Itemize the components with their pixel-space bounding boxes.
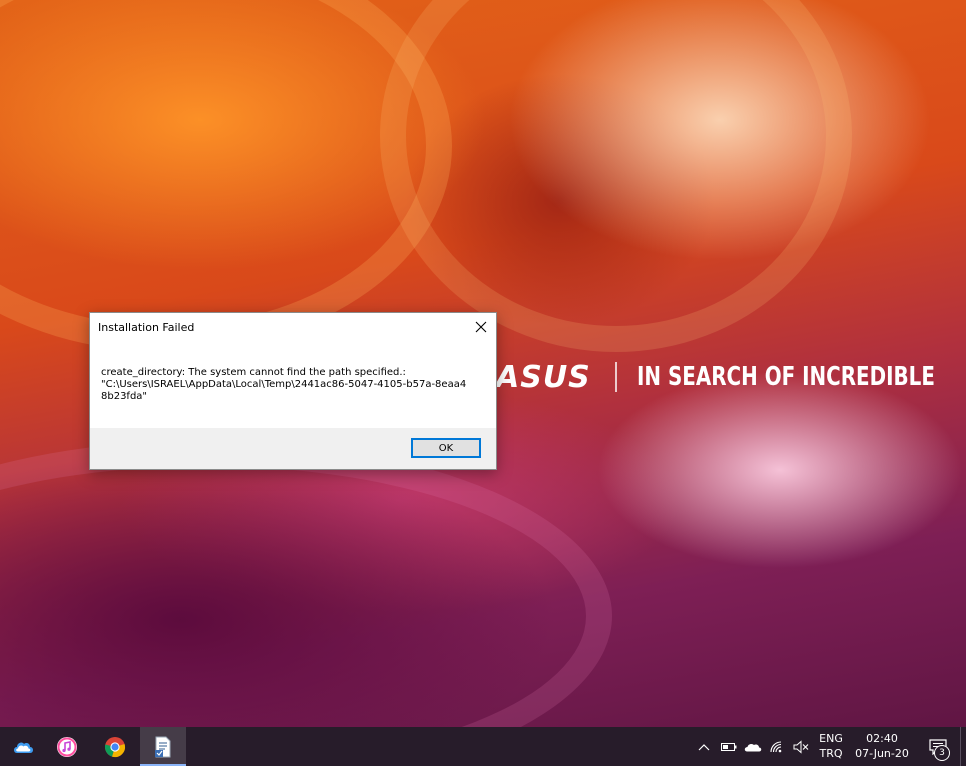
tray-language[interactable]: ENG TRQ — [816, 731, 846, 761]
taskbar-app-chrome[interactable] — [92, 727, 138, 766]
dialog-message-line: 8b23fda" — [101, 391, 148, 402]
icloud-icon — [14, 742, 33, 753]
tray-clock[interactable]: 02:40 07-Jun-20 — [848, 731, 916, 761]
language-code: ENG — [819, 732, 843, 745]
ok-button[interactable]: OK — [411, 438, 481, 458]
asus-logo: ASUS — [496, 359, 591, 395]
tray-show-hidden[interactable] — [694, 727, 714, 766]
installation-failed-dialog: Installation Failed create_directory: Th… — [89, 312, 497, 470]
notification-count-badge: 3 — [934, 745, 950, 761]
asus-branding: ASUS IN SEARCH OF INCREDIBLE — [496, 359, 966, 395]
taskbar: ENG TRQ 02:40 07-Jun-20 3 — [0, 727, 966, 766]
itunes-icon — [57, 736, 77, 757]
dialog-footer: OK — [90, 428, 496, 469]
installer-icon — [155, 736, 171, 757]
taskbar-app-icloud[interactable] — [0, 727, 46, 766]
chrome-icon — [104, 736, 125, 757]
taskbar-app-installer[interactable] — [140, 727, 186, 766]
tray-battery[interactable] — [718, 727, 740, 766]
wallpaper-swirl — [0, 440, 612, 766]
dialog-title: Installation Failed — [98, 321, 195, 334]
battery-icon — [721, 742, 737, 751]
show-desktop-button[interactable] — [960, 727, 966, 766]
wallpaper-swirl — [380, 0, 852, 352]
tray-onedrive[interactable] — [742, 727, 764, 766]
clock-time: 02:40 — [866, 732, 898, 745]
dialog-message-line: "C:\Users\ISRAEL\AppData\Local\Temp\2441… — [101, 379, 467, 390]
close-button[interactable] — [466, 313, 496, 341]
taskbar-app-itunes[interactable] — [44, 727, 90, 766]
clock-date: 07-Jun-20 — [855, 747, 909, 760]
onedrive-icon — [744, 743, 762, 751]
brand-tagline: IN SEARCH OF INCREDIBLE — [636, 362, 935, 392]
keyboard-layout: TRQ — [819, 747, 843, 760]
close-icon — [475, 321, 487, 333]
volume-muted-icon — [793, 739, 809, 754]
dialog-message-line: create_directory: The system cannot find… — [101, 367, 406, 378]
tray-network[interactable] — [766, 727, 788, 766]
dialog-titlebar[interactable]: Installation Failed — [90, 313, 496, 343]
tray-volume[interactable] — [790, 727, 812, 766]
action-center-button[interactable]: 3 — [920, 727, 956, 766]
brand-divider — [614, 362, 617, 392]
wifi-icon — [770, 740, 782, 752]
dialog-message: create_directory: The system cannot find… — [101, 367, 486, 403]
chevron-up-icon — [698, 743, 710, 750]
